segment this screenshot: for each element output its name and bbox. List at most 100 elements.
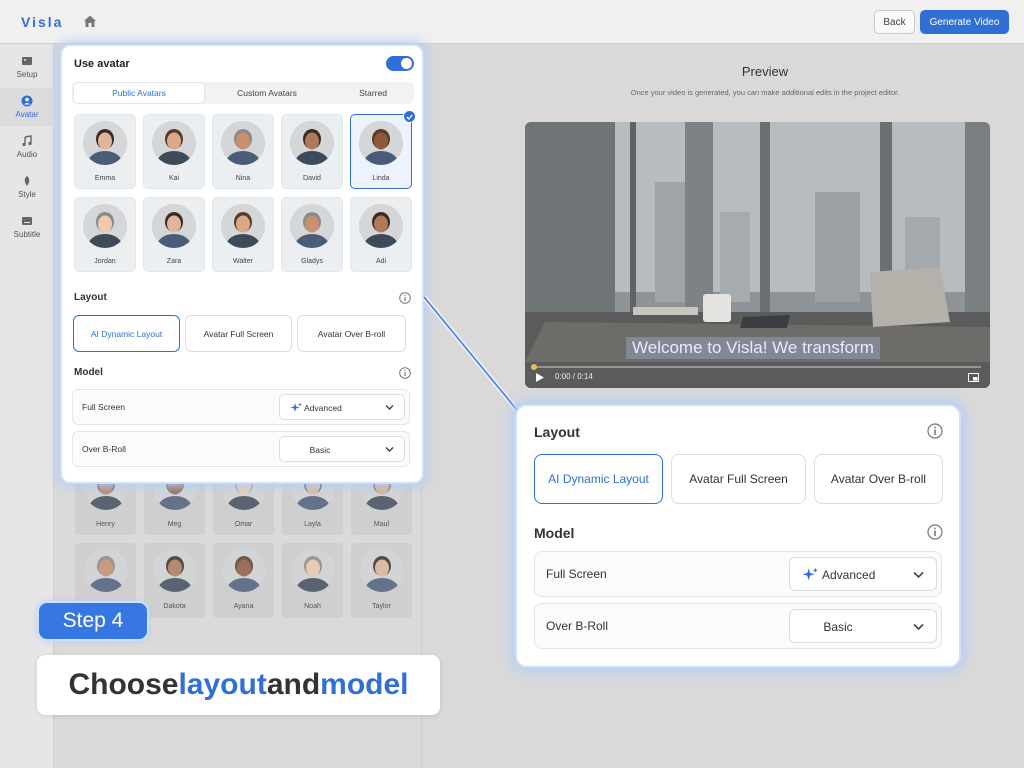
video-progress-bar[interactable] xyxy=(531,364,981,370)
tab-starred[interactable]: Starred xyxy=(334,83,412,103)
model-row-over-broll: Over B-Roll Basic xyxy=(72,431,410,467)
back-button[interactable]: Back xyxy=(874,10,915,34)
home-icon[interactable] xyxy=(82,13,98,29)
avatar-photo xyxy=(360,548,404,592)
model-row-label: Full Screen xyxy=(546,567,607,581)
info-icon[interactable] xyxy=(927,524,943,540)
avatar-card[interactable]: Linda xyxy=(350,110,416,189)
avatar-card[interactable]: Kai xyxy=(143,114,205,189)
avatar-card[interactable]: Emma xyxy=(74,114,136,189)
select-value: Advanced xyxy=(304,403,342,413)
picture-in-picture-icon[interactable] xyxy=(968,373,979,382)
avatar-card[interactable]: Adi xyxy=(350,197,412,272)
subtitle-icon xyxy=(22,217,32,225)
avatar-name: Kai xyxy=(168,175,180,182)
avatar-name: Gladys xyxy=(301,258,323,265)
callout-layout-title: Layout xyxy=(534,424,580,440)
avatar-card[interactable]: Gladys xyxy=(281,197,343,272)
callout-model-row-full-screen: Full Screen Advanced xyxy=(534,551,942,597)
avatar-photo xyxy=(83,121,127,165)
model-row-label: Over B-Roll xyxy=(546,619,609,633)
use-avatar-toggle[interactable] xyxy=(386,56,414,71)
over-broll-model-select[interactable]: Basic xyxy=(279,436,405,462)
avatar-name: Linda xyxy=(372,175,390,182)
callout-layout-avatar-full-screen-button[interactable]: Avatar Full Screen xyxy=(671,454,806,504)
select-value: Advanced xyxy=(822,568,876,582)
callout-full-screen-model-select[interactable]: Advanced xyxy=(789,557,937,591)
app-logo[interactable]: Visla xyxy=(21,14,63,30)
preview-subtitle: Once your video is generated, you can ma… xyxy=(630,88,900,97)
generate-video-button[interactable]: Generate Video xyxy=(920,10,1009,34)
avatar-photo xyxy=(84,548,128,592)
info-icon[interactable] xyxy=(399,292,411,304)
progress-handle[interactable] xyxy=(531,364,537,370)
headline-text: and xyxy=(266,668,321,701)
avatar-photo xyxy=(153,548,197,592)
layout-ai-dynamic-button[interactable]: AI Dynamic Layout xyxy=(73,315,180,352)
avatar-photo xyxy=(290,121,334,165)
user-icon xyxy=(21,95,33,107)
avatar-card[interactable]: Walter xyxy=(212,197,274,272)
headline-highlight-layout: layout xyxy=(178,668,267,701)
avatar-card[interactable]: David xyxy=(281,114,343,189)
play-icon[interactable] xyxy=(536,373,544,382)
avatar-card[interactable]: Nina xyxy=(212,114,274,189)
avatar-name: David xyxy=(303,175,321,182)
chevron-down-icon xyxy=(913,571,924,579)
tab-custom-avatars[interactable]: Custom Avatars xyxy=(212,83,322,103)
sidebar-item-setup[interactable]: Setup xyxy=(0,48,54,86)
avatar-photo xyxy=(83,204,127,248)
video-preview[interactable]: Welcome to Visla! We transform 0:00 / 0:… xyxy=(525,122,990,388)
avatar-photo xyxy=(290,204,334,248)
tab-public-avatars[interactable]: Public Avatars xyxy=(74,83,204,103)
callout-over-broll-model-select[interactable]: Basic xyxy=(789,609,937,643)
callout-layout-avatar-over-broll-button[interactable]: Avatar Over B-roll xyxy=(814,454,943,504)
sidebar-item-label: Audio xyxy=(16,150,38,159)
background-avatar-card[interactable]: Noah xyxy=(282,543,343,618)
avatar-photo xyxy=(291,548,335,592)
layout-avatar-full-screen-button[interactable]: Avatar Full Screen xyxy=(185,315,292,352)
avatar-photo xyxy=(359,121,403,165)
avatar-tabs: Public Avatars Custom Avatars Starred xyxy=(72,82,414,104)
info-icon[interactable] xyxy=(927,423,943,439)
callout-layout-ai-dynamic-button[interactable]: AI Dynamic Layout xyxy=(534,454,663,504)
callout-model-row-over-broll: Over B-Roll Basic xyxy=(534,603,942,649)
sparkle-icon xyxy=(290,402,302,412)
avatar-photo xyxy=(221,121,265,165)
avatar-settings-panel: Use avatar Public Avatars Custom Avatars… xyxy=(60,44,424,484)
full-screen-model-select[interactable]: Advanced xyxy=(279,394,405,420)
avatar-name: Emma xyxy=(94,175,116,182)
info-icon[interactable] xyxy=(399,367,411,379)
avatar-name: Maul xyxy=(373,521,390,528)
use-avatar-label: Use avatar xyxy=(74,58,130,70)
selected-check-icon xyxy=(403,110,416,123)
avatar-card[interactable]: Zara xyxy=(143,197,205,272)
avatar-name: Henry xyxy=(96,521,115,528)
avatar-name: Nina xyxy=(235,175,251,182)
avatar-name: Adi xyxy=(375,258,387,265)
sidebar-item-label: Subtitle xyxy=(13,230,41,239)
music-icon xyxy=(22,135,32,147)
sidebar-item-avatar[interactable]: Avatar xyxy=(0,88,54,126)
avatar-name: Walter xyxy=(233,258,253,265)
headline-text: Choose xyxy=(68,668,179,701)
background-avatar-card[interactable]: Ayana xyxy=(213,543,274,618)
avatar-name: Ayana xyxy=(233,603,254,610)
model-row-label: Full Screen xyxy=(82,402,125,412)
chevron-down-icon xyxy=(385,404,394,411)
background-avatar-card[interactable]: Taylor xyxy=(351,543,412,618)
sidebar-item-style[interactable]: Style xyxy=(0,168,54,206)
headline-highlight-model: model xyxy=(320,668,409,701)
avatar-name: Taylor xyxy=(372,603,391,610)
avatar-name: Jordan xyxy=(94,258,116,265)
avatar-name: Layla xyxy=(304,521,321,528)
sidebar-item-subtitle[interactable]: Subtitle xyxy=(0,208,54,246)
layout-model-callout: Layout AI Dynamic Layout Avatar Full Scr… xyxy=(515,404,961,668)
sidebar-item-label: Style xyxy=(18,190,36,199)
video-time: 0:00 / 0:14 xyxy=(555,372,593,381)
chevron-down-icon xyxy=(913,623,924,631)
sidebar-item-audio[interactable]: Audio xyxy=(0,128,54,166)
avatar-card[interactable]: Jordan xyxy=(74,197,136,272)
layout-avatar-over-broll-button[interactable]: Avatar Over B-roll xyxy=(297,315,406,352)
background-avatar-card[interactable]: Dakota xyxy=(144,543,205,618)
